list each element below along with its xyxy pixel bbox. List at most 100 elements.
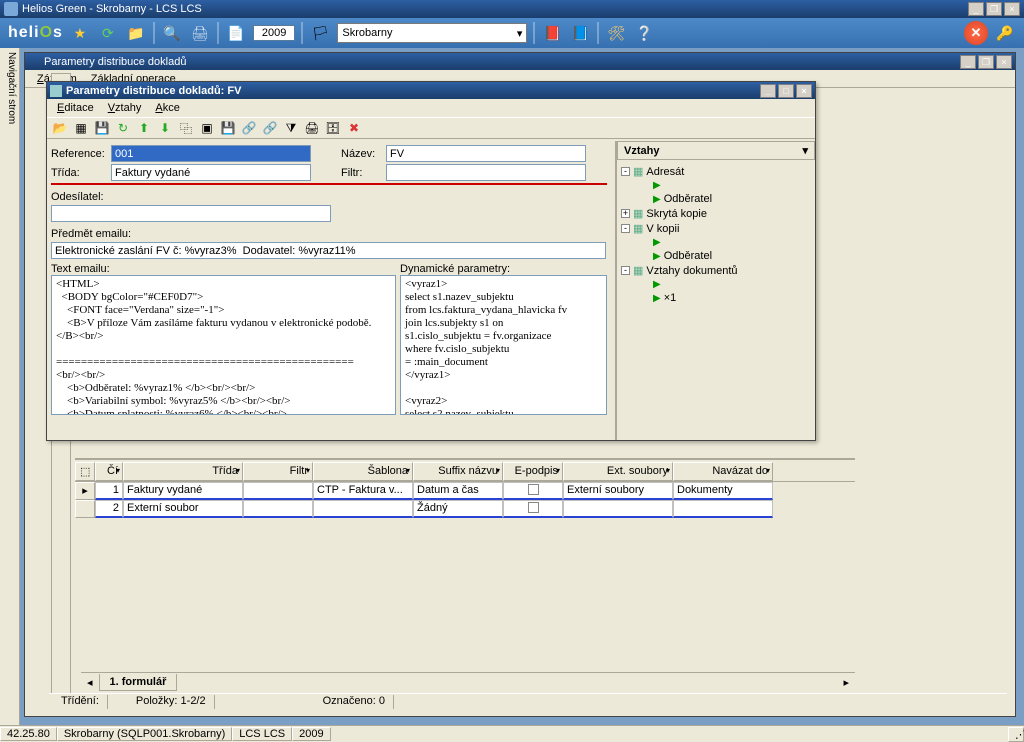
delete-icon[interactable]: ✖ xyxy=(345,119,363,137)
tabbar: ◂ 1. formulář ▸ xyxy=(81,672,855,692)
db-icon[interactable]: 🗄 xyxy=(324,119,342,137)
detail-menubar: Editace Vztahy Akce xyxy=(47,99,815,117)
window-icon xyxy=(50,85,62,97)
menu-akce[interactable]: Akce xyxy=(149,101,185,115)
detail-minimize-button[interactable]: _ xyxy=(760,84,776,98)
table-row[interactable]: 2 Externí soubor Žádný xyxy=(75,500,855,518)
document-icon[interactable]: 📄 xyxy=(225,22,247,44)
relations-header: Vztahy xyxy=(624,145,659,157)
trida-label: Třída: xyxy=(51,167,111,179)
reference-input[interactable] xyxy=(111,145,311,162)
detail-close-button[interactable]: × xyxy=(796,84,812,98)
tree-node-expand[interactable]: ▶ xyxy=(621,278,811,291)
predmet-label: Předmět emailu: xyxy=(51,228,607,240)
copy-icon[interactable]: ⿻ xyxy=(177,119,195,137)
restore-button[interactable]: ❐ xyxy=(986,2,1002,16)
sb-trideni: Třídění: xyxy=(53,695,108,709)
child-minimize-button[interactable]: _ xyxy=(960,55,976,69)
detail-maximize-button[interactable]: □ xyxy=(778,84,794,98)
gh-navazat[interactable]: Navázat do▾ xyxy=(673,462,773,481)
child-title: Parametry distribuce dokladů xyxy=(44,56,186,68)
nav-icon[interactable]: ▦ xyxy=(72,119,90,137)
refresh-icon[interactable]: ⟳ xyxy=(97,22,119,44)
down-icon[interactable]: ⬇ xyxy=(156,119,174,137)
menu-editace[interactable]: Editace xyxy=(51,101,100,115)
close-button[interactable]: × xyxy=(1004,2,1020,16)
book-blue-icon[interactable]: 📘 xyxy=(569,22,591,44)
nav-strip[interactable]: Navigační strom xyxy=(0,48,20,725)
checkbox-icon[interactable] xyxy=(528,502,539,513)
tree-node-expand[interactable]: ▶ xyxy=(621,236,811,249)
tab-formular[interactable]: 1. formulář xyxy=(99,674,178,691)
relations-panel: Vztahy ▾ -▦Adresát ▶ ▶Odběratel +▦Skrytá… xyxy=(615,141,815,440)
tree-node-skryta[interactable]: +▦Skrytá kopie xyxy=(621,206,811,221)
tree-node-odberatel2[interactable]: ▶Odběratel xyxy=(621,249,811,263)
flag-icon[interactable]: 🏳 xyxy=(309,22,331,44)
print-icon[interactable]: 🖨 xyxy=(303,119,321,137)
print-icon[interactable]: 🖨 xyxy=(189,22,211,44)
checkbox-icon[interactable] xyxy=(528,484,539,495)
filter-icon[interactable]: ⧩ xyxy=(282,119,300,137)
app-icon xyxy=(4,2,18,16)
save-icon[interactable]: 💾 xyxy=(93,119,111,137)
gh-sablona[interactable]: Šablona▾ xyxy=(313,462,413,481)
menu-vztahy[interactable]: Vztahy xyxy=(102,101,148,115)
main-titlebar: Helios Green - Skrobarny - LCS LCS _ ❐ × xyxy=(0,0,1024,18)
gh-ext[interactable]: Ext. soubory▾ xyxy=(563,462,673,481)
main-toolbar: heliOs ★ ⟳ 📁 🔍 🖨 📄 2009 🏳 Skrobarny ▾ 📕 … xyxy=(0,18,1024,48)
new-icon[interactable]: ▣ xyxy=(198,119,216,137)
saveas-icon[interactable]: 💾 xyxy=(219,119,237,137)
child-restore-button[interactable]: ❐ xyxy=(978,55,994,69)
open-icon[interactable]: 📂 xyxy=(51,119,69,137)
gh-epodpis[interactable]: E-podpis▾ xyxy=(503,462,563,481)
gh-selector[interactable]: ⬚ xyxy=(75,462,95,481)
text-email-textarea[interactable]: <HTML> <BODY bgColor="#CEF0D7"> <FONT fa… xyxy=(51,275,396,415)
help-icon[interactable]: ❔ xyxy=(633,22,655,44)
book-red-icon[interactable]: 📕 xyxy=(541,22,563,44)
trida-input[interactable] xyxy=(111,164,311,181)
chevron-down-icon[interactable]: ▾ xyxy=(802,144,808,157)
db-combo[interactable]: Skrobarny ▾ xyxy=(337,23,527,43)
param-textarea[interactable]: <vyraz1> select s1.nazev_subjektu from l… xyxy=(400,275,607,415)
key-icon[interactable]: 🔑 xyxy=(994,22,1016,44)
inner-statusbar: Třídění: Položky: 1-2/2 Označeno: 0 xyxy=(49,693,1007,710)
text-email-label: Text emailu: xyxy=(51,263,396,275)
exit-button[interactable]: ✕ xyxy=(964,21,988,45)
detail-window: Parametry distribuce dokladů: FV _ □ × E… xyxy=(46,81,816,441)
status-db: Skrobarny (SQLP001.Skrobarny) xyxy=(57,727,232,741)
search-icon[interactable]: 🔍 xyxy=(161,22,183,44)
gh-trida[interactable]: Třída▾ xyxy=(123,462,243,481)
star-icon[interactable]: ★ xyxy=(69,22,91,44)
gh-filtr[interactable]: Filtr▾ xyxy=(243,462,313,481)
folder-icon[interactable]: 📁 xyxy=(125,22,147,44)
nazev-input[interactable] xyxy=(386,145,586,162)
relations-icon[interactable]: 🔗 xyxy=(240,119,258,137)
table-row[interactable]: ▸ 1 Faktury vydané CTP - Faktura v... Da… xyxy=(75,482,855,500)
filtr-input[interactable] xyxy=(386,164,586,181)
status-lcs: LCS LCS xyxy=(232,727,292,741)
up-icon[interactable]: ⬆ xyxy=(135,119,153,137)
child-close-button[interactable]: × xyxy=(996,55,1012,69)
year-box[interactable]: 2009 xyxy=(253,25,295,41)
gh-suffix[interactable]: Suffix názvu▾ xyxy=(413,462,503,481)
tree-node-adresat[interactable]: -▦Adresát xyxy=(621,164,811,179)
minimize-button[interactable]: _ xyxy=(968,2,984,16)
status-bar: 42.25.80 Skrobarny (SQLP001.Skrobarny) L… xyxy=(0,725,1024,742)
odesilatel-input[interactable] xyxy=(51,205,331,222)
tree-node-vztahy-dok[interactable]: -▦Vztahy dokumentů xyxy=(621,263,811,278)
tree-node-x1[interactable]: ▶×1 xyxy=(621,291,811,305)
resize-grip[interactable]: ⋰ xyxy=(1008,727,1024,742)
tree-node-odberatel[interactable]: ▶Odběratel xyxy=(621,192,811,206)
status-year: 2009 xyxy=(292,727,330,741)
gh-ci[interactable]: Čí▾ xyxy=(95,462,123,481)
tools-icon[interactable]: 🛠 xyxy=(605,22,627,44)
nazev-label: Název: xyxy=(341,148,386,160)
app-title: Helios Green - Skrobarny - LCS LCS xyxy=(22,3,202,15)
predmet-input[interactable] xyxy=(51,242,606,259)
tree-node-vkopii[interactable]: -▦V kopii xyxy=(621,221,811,236)
tree-node-expand[interactable]: ▶ xyxy=(621,179,811,192)
relations2-icon[interactable]: 🔗 xyxy=(261,119,279,137)
logo: heliOs xyxy=(8,24,63,42)
filtr-label: Filtr: xyxy=(341,167,386,179)
refresh-icon[interactable]: ↻ xyxy=(114,119,132,137)
